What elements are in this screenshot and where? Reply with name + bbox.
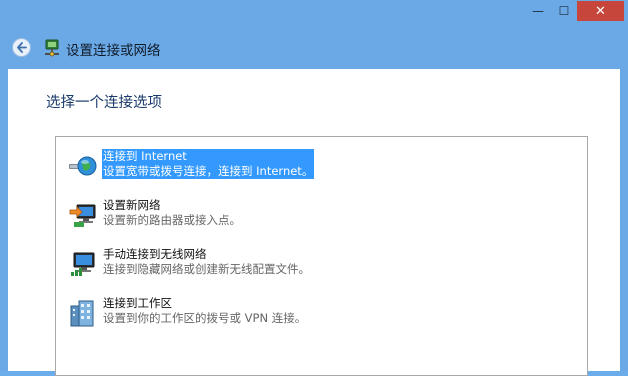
title-bar: — ☐ ✕ [0, 0, 628, 24]
section-heading: 选择一个连接选项 [46, 95, 162, 111]
minimize-button[interactable]: — [525, 1, 551, 21]
back-arrow-icon [17, 42, 27, 53]
option-title: 手动连接到无线网络 [103, 247, 207, 261]
option-title: 连接到工作区 [103, 296, 172, 310]
new-network-icon [69, 204, 96, 227]
option-connect-workplace[interactable]: 连接到工作区 设置到你的工作区的拨号或 VPN 连接。 [62, 294, 582, 334]
close-icon: ✕ [595, 3, 606, 19]
globe-network-icon [69, 156, 97, 176]
back-button[interactable] [12, 38, 31, 57]
connection-options-list: 连接到 Internet 设置宽带或拨号连接，连接到 Internet。 设置新… [55, 136, 588, 376]
content-area: 选择一个连接选项 连接到 Internet 设置宽带或拨号连接，连接到 Inte… [8, 69, 620, 376]
navigation-bar: 设置连接或网络 [0, 28, 628, 68]
option-description: 连接到隐藏网络或创建新无线配置文件。 [103, 262, 310, 276]
option-title: 连接到 Internet [102, 149, 315, 164]
option-title: 设置新网络 [103, 198, 161, 212]
maximize-button[interactable]: ☐ [551, 1, 577, 21]
option-connect-internet[interactable]: 连接到 Internet 设置宽带或拨号连接，连接到 Internet。 [62, 147, 582, 187]
wireless-network-icon [71, 252, 95, 276]
option-description: 设置宽带或拨号连接，连接到 Internet。 [102, 164, 315, 179]
page-title: 设置连接或网络 [66, 43, 161, 59]
workplace-building-icon [70, 300, 94, 327]
minimize-icon: — [532, 4, 544, 18]
option-manual-wireless[interactable]: 手动连接到无线网络 连接到隐藏网络或创建新无线配置文件。 [62, 245, 582, 285]
dialog-window: — ☐ ✕ 设置连接或网络 选择一个连接选项 连接到 Internet 设置宽带… [0, 0, 628, 376]
option-description: 设置新的路由器或接入点。 [103, 213, 241, 227]
close-button[interactable]: ✕ [577, 1, 624, 21]
maximize-icon: ☐ [558, 4, 570, 18]
network-setup-icon [45, 39, 59, 57]
option-setup-new-network[interactable]: 设置新网络 设置新的路由器或接入点。 [62, 196, 582, 236]
option-description: 设置到你的工作区的拨号或 VPN 连接。 [103, 311, 307, 325]
